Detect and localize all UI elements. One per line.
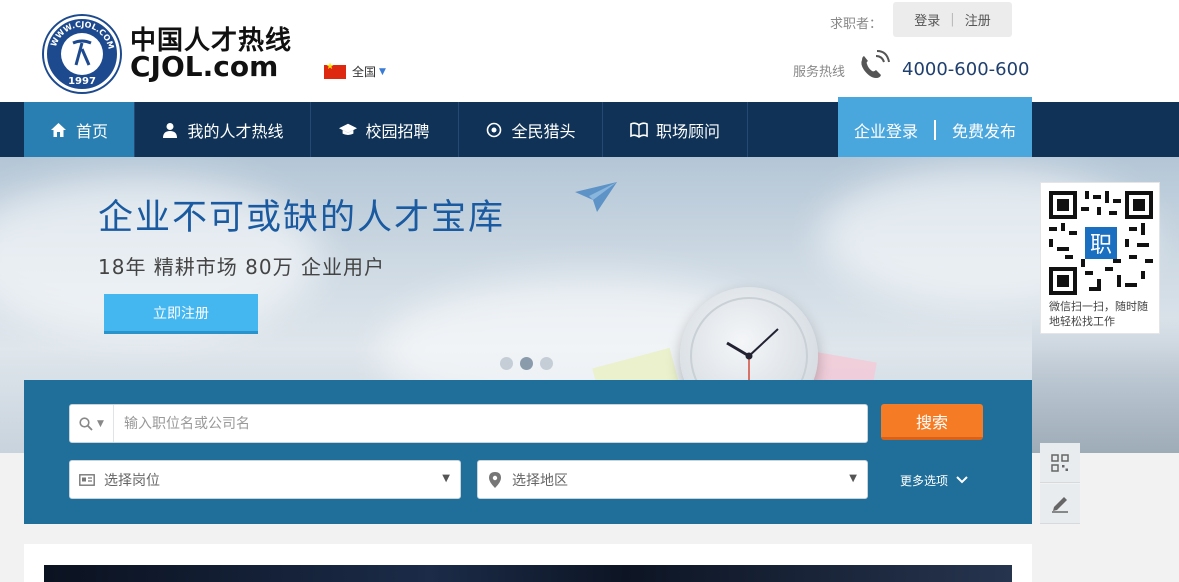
side-feedback-button[interactable] xyxy=(1040,484,1080,524)
seeker-label: 求职者： xyxy=(830,17,883,32)
slide-dot[interactable] xyxy=(540,357,553,370)
pencil-icon xyxy=(1052,496,1068,513)
main-nav: 首页 我的人才热线 校园招聘 全民猎头 职场顾问 企业登录 免费发布 xyxy=(0,97,1179,163)
search-type-dropdown[interactable]: ▼ xyxy=(70,405,114,442)
search-panel: ▼ 搜索 选择岗位 ▼ 选择地区 ▼ 更多选项 xyxy=(24,380,1032,524)
auth-divider: | xyxy=(950,12,955,27)
svg-text:职: 职 xyxy=(1090,233,1112,258)
nav-item-label: 首页 xyxy=(75,121,108,141)
nav-item-headhunter[interactable]: 全民猎头 xyxy=(459,102,603,157)
banner-subtitle: 18年 精耕市场 80万 企业用户 xyxy=(98,255,385,279)
book-icon xyxy=(630,121,648,139)
enterprise-login-link[interactable]: 企业登录 xyxy=(854,118,918,142)
qr-code[interactable]: 职 xyxy=(1049,191,1153,295)
home-icon xyxy=(50,121,68,139)
logo-seal[interactable]: WWW.CJOL.COM 1997 xyxy=(44,16,120,92)
register-link[interactable]: 注册 xyxy=(965,10,991,29)
map-pin-icon xyxy=(478,471,512,488)
logo-mark xyxy=(61,33,103,75)
position-select[interactable]: 选择岗位 ▼ xyxy=(69,460,461,499)
position-select-label: 选择岗位 xyxy=(104,472,160,489)
chevron-down-icon: ▼ xyxy=(97,418,104,429)
hotline-label: 服务热线 xyxy=(793,65,846,80)
login-link[interactable]: 登录 xyxy=(914,10,940,29)
promo-banner-strip[interactable] xyxy=(44,565,1012,582)
nav-item-label: 职场顾问 xyxy=(655,121,720,141)
nav-item-my-cjol[interactable]: 我的人才热线 xyxy=(135,102,311,157)
more-options-toggle[interactable]: 更多选项 xyxy=(900,472,968,489)
chevron-down-icon xyxy=(956,474,968,487)
keyword-search-box: ▼ xyxy=(69,404,868,443)
slide-dot-active[interactable] xyxy=(520,357,533,370)
slide-dot[interactable] xyxy=(500,357,513,370)
logo-year: 1997 xyxy=(68,76,96,87)
wechat-qr-card: 职 微信扫一扫，随时随地轻松找工作 xyxy=(1040,182,1160,334)
search-icon xyxy=(79,416,93,431)
paper-plane-icon xyxy=(575,182,617,212)
chevron-down-icon: ▼ xyxy=(442,473,450,484)
nav-item-label: 校园招聘 xyxy=(365,121,430,141)
keyword-input[interactable] xyxy=(116,405,861,442)
search-button[interactable]: 搜索 xyxy=(881,404,983,440)
nav-item-campus[interactable]: 校园招聘 xyxy=(311,102,459,157)
banner-title: 企业不可或缺的人才宝库 xyxy=(98,198,506,238)
user-icon xyxy=(161,121,179,139)
nav-item-label: 全民猎头 xyxy=(511,121,576,141)
chevron-down-icon: ▼ xyxy=(849,473,857,484)
register-now-button[interactable]: 立即注册 xyxy=(104,294,258,334)
nav-items: 首页 我的人才热线 校园招聘 全民猎头 职场顾问 xyxy=(24,102,748,157)
china-flag-icon xyxy=(324,62,346,79)
location-select[interactable]: 选择地区 ▼ xyxy=(477,460,868,499)
hotline-number: 4000-600-600 xyxy=(902,59,1030,80)
side-qr-button[interactable] xyxy=(1040,443,1080,483)
qr-caption: 微信扫一扫，随时随地轻松找工作 xyxy=(1049,300,1148,328)
auth-box: 登录 | 注册 xyxy=(893,2,1012,37)
graduation-cap-icon xyxy=(339,121,358,139)
free-post-link[interactable]: 免费发布 xyxy=(952,118,1016,142)
enterprise-box: 企业登录 免费发布 xyxy=(838,97,1032,163)
nav-item-home[interactable]: 首页 xyxy=(24,102,135,157)
location-select-label: 选择地区 xyxy=(512,472,568,489)
chevron-down-icon: ▼ xyxy=(379,66,386,77)
person-glyph-icon xyxy=(72,39,92,66)
target-icon xyxy=(485,121,503,139)
banner-city-skyline xyxy=(1032,317,1179,453)
nav-item-career-advisor[interactable]: 职场顾问 xyxy=(603,102,748,157)
header: WWW.CJOL.COM 1997 中国人才热线 CJOL.com 全国 ▼ 求… xyxy=(0,0,1179,102)
enterprise-divider xyxy=(934,120,936,140)
nav-item-label: 我的人才热线 xyxy=(187,121,284,141)
phone-icon xyxy=(861,50,890,78)
id-card-icon xyxy=(70,473,104,486)
region-selector[interactable]: 全国 ▼ xyxy=(324,62,386,80)
qr-code-icon xyxy=(1051,453,1069,472)
slide-dots xyxy=(500,357,560,370)
region-label: 全国 xyxy=(352,65,377,79)
more-options-label: 更多选项 xyxy=(900,474,949,488)
logo-english-name[interactable]: CJOL.com xyxy=(130,50,278,83)
